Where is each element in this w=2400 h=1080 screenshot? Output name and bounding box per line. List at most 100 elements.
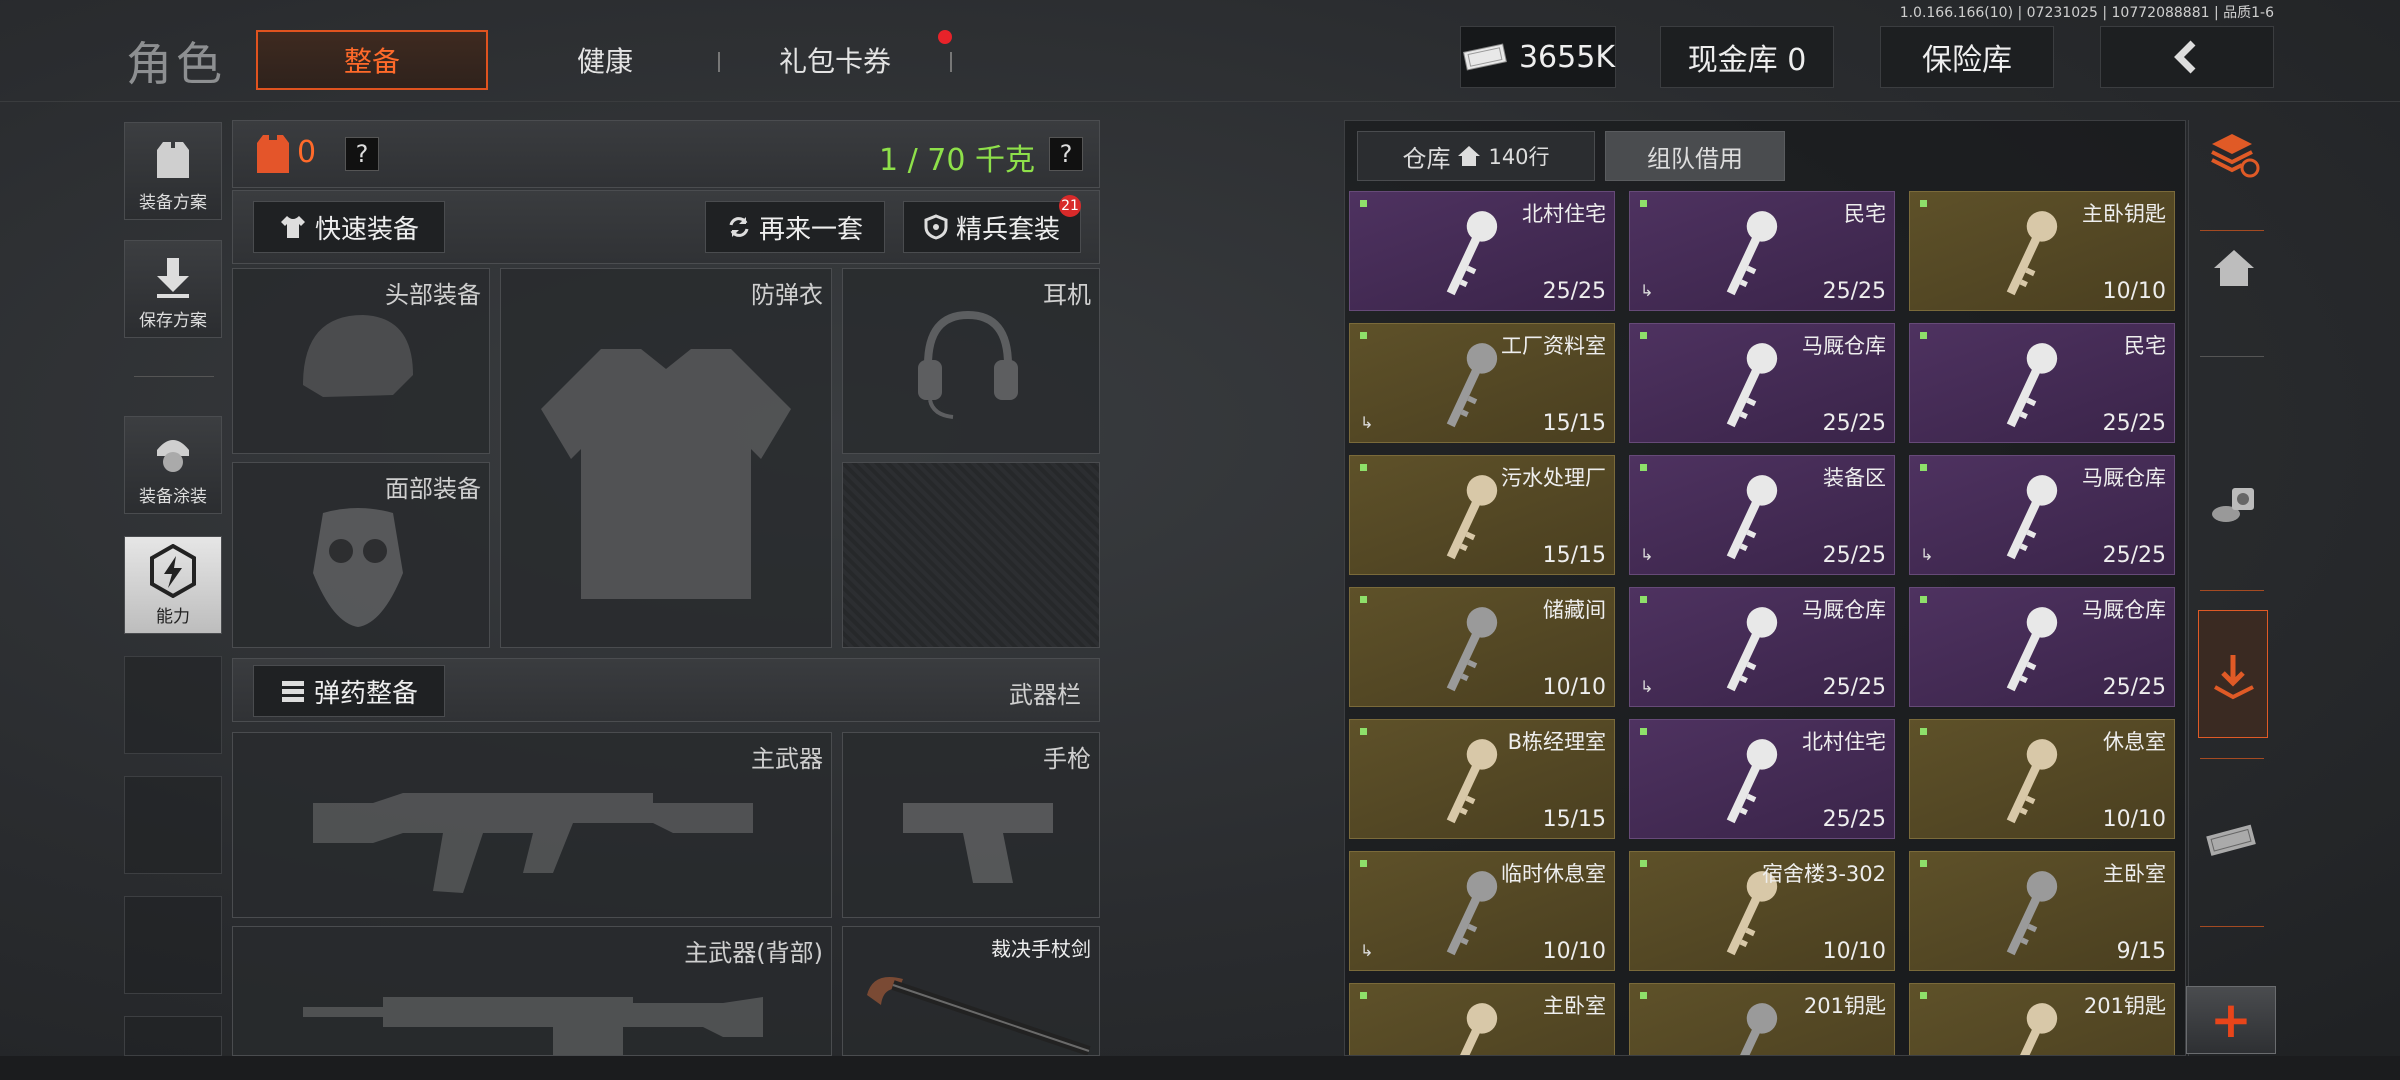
warehouse-key-item[interactable]: 主卧室 9/15 bbox=[1909, 851, 2175, 971]
warehouse-key-item[interactable]: 北村住宅 25/25 bbox=[1349, 191, 1615, 311]
save-plan-button[interactable]: 保存方案 bbox=[124, 240, 222, 338]
helmet-icon bbox=[303, 315, 413, 397]
item-count: 25/25 bbox=[1822, 675, 1886, 700]
item-name: 主卧钥匙 bbox=[2082, 202, 2166, 226]
primary-weapon-slot[interactable]: 主武器 bbox=[232, 732, 832, 918]
new-indicator bbox=[1360, 332, 1367, 339]
body-armor-slot[interactable]: 防弹衣 bbox=[500, 268, 832, 648]
home-icon[interactable] bbox=[2212, 248, 2256, 288]
skin-button[interactable]: 装备涂装 bbox=[124, 416, 222, 514]
warehouse-key-item[interactable]: 主卧钥匙 10/10 bbox=[1909, 191, 2175, 311]
warehouse-key-item[interactable]: 工厂资料室 15/15 ↳ bbox=[1349, 323, 1615, 443]
melee-slot[interactable]: 裁决手杖剑 bbox=[842, 926, 1100, 1056]
elite-set-label: 精兵套装 bbox=[955, 214, 1060, 245]
new-indicator bbox=[1920, 860, 1927, 867]
back-arrow-icon bbox=[2174, 40, 2196, 74]
ability-button[interactable]: 能力 bbox=[124, 536, 222, 634]
key-icon bbox=[1726, 607, 1778, 692]
primary-back-weapon-slot[interactable]: 主武器(背部) bbox=[232, 926, 832, 1056]
pistol-slot[interactable]: 手枪 bbox=[842, 732, 1100, 918]
warehouse-key-item[interactable]: 宿舍楼3-302 10/10 bbox=[1629, 851, 1895, 971]
coin-stack-icon[interactable] bbox=[2208, 482, 2258, 526]
new-indicator bbox=[1640, 200, 1647, 207]
rifle-icon bbox=[313, 793, 753, 893]
warehouse-key-item[interactable]: 马厩仓库 25/25 bbox=[1629, 323, 1895, 443]
money-display: 3655K bbox=[1460, 26, 1616, 88]
warehouse-key-item[interactable]: 马厩仓库 25/25 ↳ bbox=[1629, 587, 1895, 707]
money-stack-icon[interactable] bbox=[2204, 820, 2260, 860]
item-count: 25/25 bbox=[1822, 279, 1886, 304]
armor-help-button[interactable]: ? bbox=[345, 137, 379, 171]
rail-divider bbox=[2200, 230, 2264, 231]
weight-value: 1 / 70 千克 bbox=[879, 143, 1035, 178]
item-count: 9/15 bbox=[2116, 939, 2166, 964]
slot-label: 耳机 bbox=[1043, 281, 1091, 309]
warehouse-key-item[interactable]: B栋经理室 15/15 bbox=[1349, 719, 1615, 839]
warehouse-key-item[interactable]: 马厩仓库 25/25 bbox=[1909, 587, 2175, 707]
warehouse-key-item[interactable]: 马厩仓库 25/25 ↳ bbox=[1909, 455, 2175, 575]
face-gear-slot[interactable]: 面部装备 bbox=[232, 462, 490, 648]
weight-help-button[interactable]: ? bbox=[1049, 137, 1083, 171]
rail-active-button[interactable] bbox=[2198, 610, 2268, 738]
warehouse-key-item[interactable]: 装备区 25/25 ↳ bbox=[1629, 455, 1895, 575]
warehouse-panel: 仓库 140行 组队借用 北村住宅 25/25 民宅 25/25 ↳ 主卧钥匙 10/10 工… bbox=[1344, 120, 2186, 1056]
key-icon bbox=[1726, 475, 1778, 560]
warehouse-key-item[interactable]: 北村住宅 25/25 bbox=[1629, 719, 1895, 839]
warehouse-key-item[interactable]: 201钥匙 bbox=[1629, 983, 1895, 1055]
exit-icon: ↳ bbox=[1360, 413, 1374, 432]
new-indicator bbox=[1640, 728, 1647, 735]
item-name: 马厩仓库 bbox=[1802, 334, 1886, 358]
warehouse-key-item[interactable]: 201钥匙 bbox=[1909, 983, 2175, 1055]
warehouse-key-item[interactable]: 民宅 25/25 ↳ bbox=[1629, 191, 1895, 311]
key-icon bbox=[2006, 871, 2058, 956]
key-icon bbox=[1446, 607, 1498, 692]
stack-refresh-icon[interactable] bbox=[2206, 130, 2262, 182]
cash-vault-button[interactable]: 现金库 0 bbox=[1660, 26, 1834, 88]
safe-button[interactable]: 保险库 bbox=[1880, 26, 2054, 88]
warehouse-key-item[interactable]: 临时休息室 10/10 ↳ bbox=[1349, 851, 1615, 971]
new-indicator bbox=[1640, 332, 1647, 339]
again-button[interactable]: 再来一套 bbox=[705, 201, 885, 253]
new-indicator bbox=[1640, 860, 1647, 867]
loadout-plan-button[interactable]: 装备方案 bbox=[124, 122, 222, 220]
item-name: 休息室 bbox=[2103, 730, 2166, 754]
item-count: 15/15 bbox=[1542, 543, 1606, 568]
rail-divider bbox=[2200, 590, 2264, 591]
key-icon bbox=[2006, 739, 2058, 824]
new-indicator bbox=[1920, 728, 1927, 735]
item-count: 10/10 bbox=[2102, 279, 2166, 304]
soldier-helmet-icon bbox=[157, 440, 189, 472]
key-icon bbox=[2006, 607, 2058, 692]
rail-divider bbox=[2200, 926, 2264, 927]
weight-bar: 0 ? 1 / 70 千克 ? bbox=[232, 120, 1100, 188]
quick-equip-button[interactable]: 快速装备 bbox=[253, 201, 445, 253]
item-name: B栋经理室 bbox=[1507, 730, 1606, 754]
tab-gift-coupons[interactable]: 礼包卡券 bbox=[760, 30, 910, 90]
warehouse-key-item[interactable]: 主卧室 bbox=[1349, 983, 1615, 1055]
new-indicator bbox=[1360, 596, 1367, 603]
tab-warehouse[interactable]: 仓库 140行 bbox=[1357, 131, 1595, 181]
ammo-equip-button[interactable]: 弹药整备 bbox=[253, 665, 445, 717]
key-icon bbox=[2006, 211, 2058, 296]
item-name: 储藏间 bbox=[1543, 598, 1606, 622]
shirt-icon bbox=[280, 216, 305, 238]
add-button[interactable]: + bbox=[2186, 986, 2276, 1054]
head-gear-slot[interactable]: 头部装备 bbox=[232, 268, 490, 454]
tab-loadout[interactable]: 整备 bbox=[256, 30, 488, 90]
warehouse-key-item[interactable]: 休息室 10/10 bbox=[1909, 719, 2175, 839]
warehouse-key-item[interactable]: 民宅 25/25 bbox=[1909, 323, 2175, 443]
headset-icon bbox=[918, 310, 1018, 419]
elite-set-button[interactable]: 精兵套装 bbox=[903, 201, 1081, 253]
tab-health[interactable]: 健康 bbox=[520, 30, 690, 90]
headset-slot[interactable]: 耳机 bbox=[842, 268, 1100, 454]
warehouse-key-item[interactable]: 储藏间 10/10 bbox=[1349, 587, 1615, 707]
bottom-strip bbox=[0, 1056, 2400, 1080]
item-count: 25/25 bbox=[2102, 543, 2166, 568]
back-button[interactable] bbox=[2100, 26, 2274, 88]
tab-team-borrow[interactable]: 组队借用 bbox=[1605, 131, 1785, 181]
key-icon bbox=[2006, 475, 2058, 560]
item-name: 201钥匙 bbox=[1803, 994, 1886, 1018]
rifle-back-icon bbox=[303, 997, 763, 1055]
warehouse-key-item[interactable]: 污水处理厂 15/15 bbox=[1349, 455, 1615, 575]
item-count: 10/10 bbox=[1542, 939, 1606, 964]
